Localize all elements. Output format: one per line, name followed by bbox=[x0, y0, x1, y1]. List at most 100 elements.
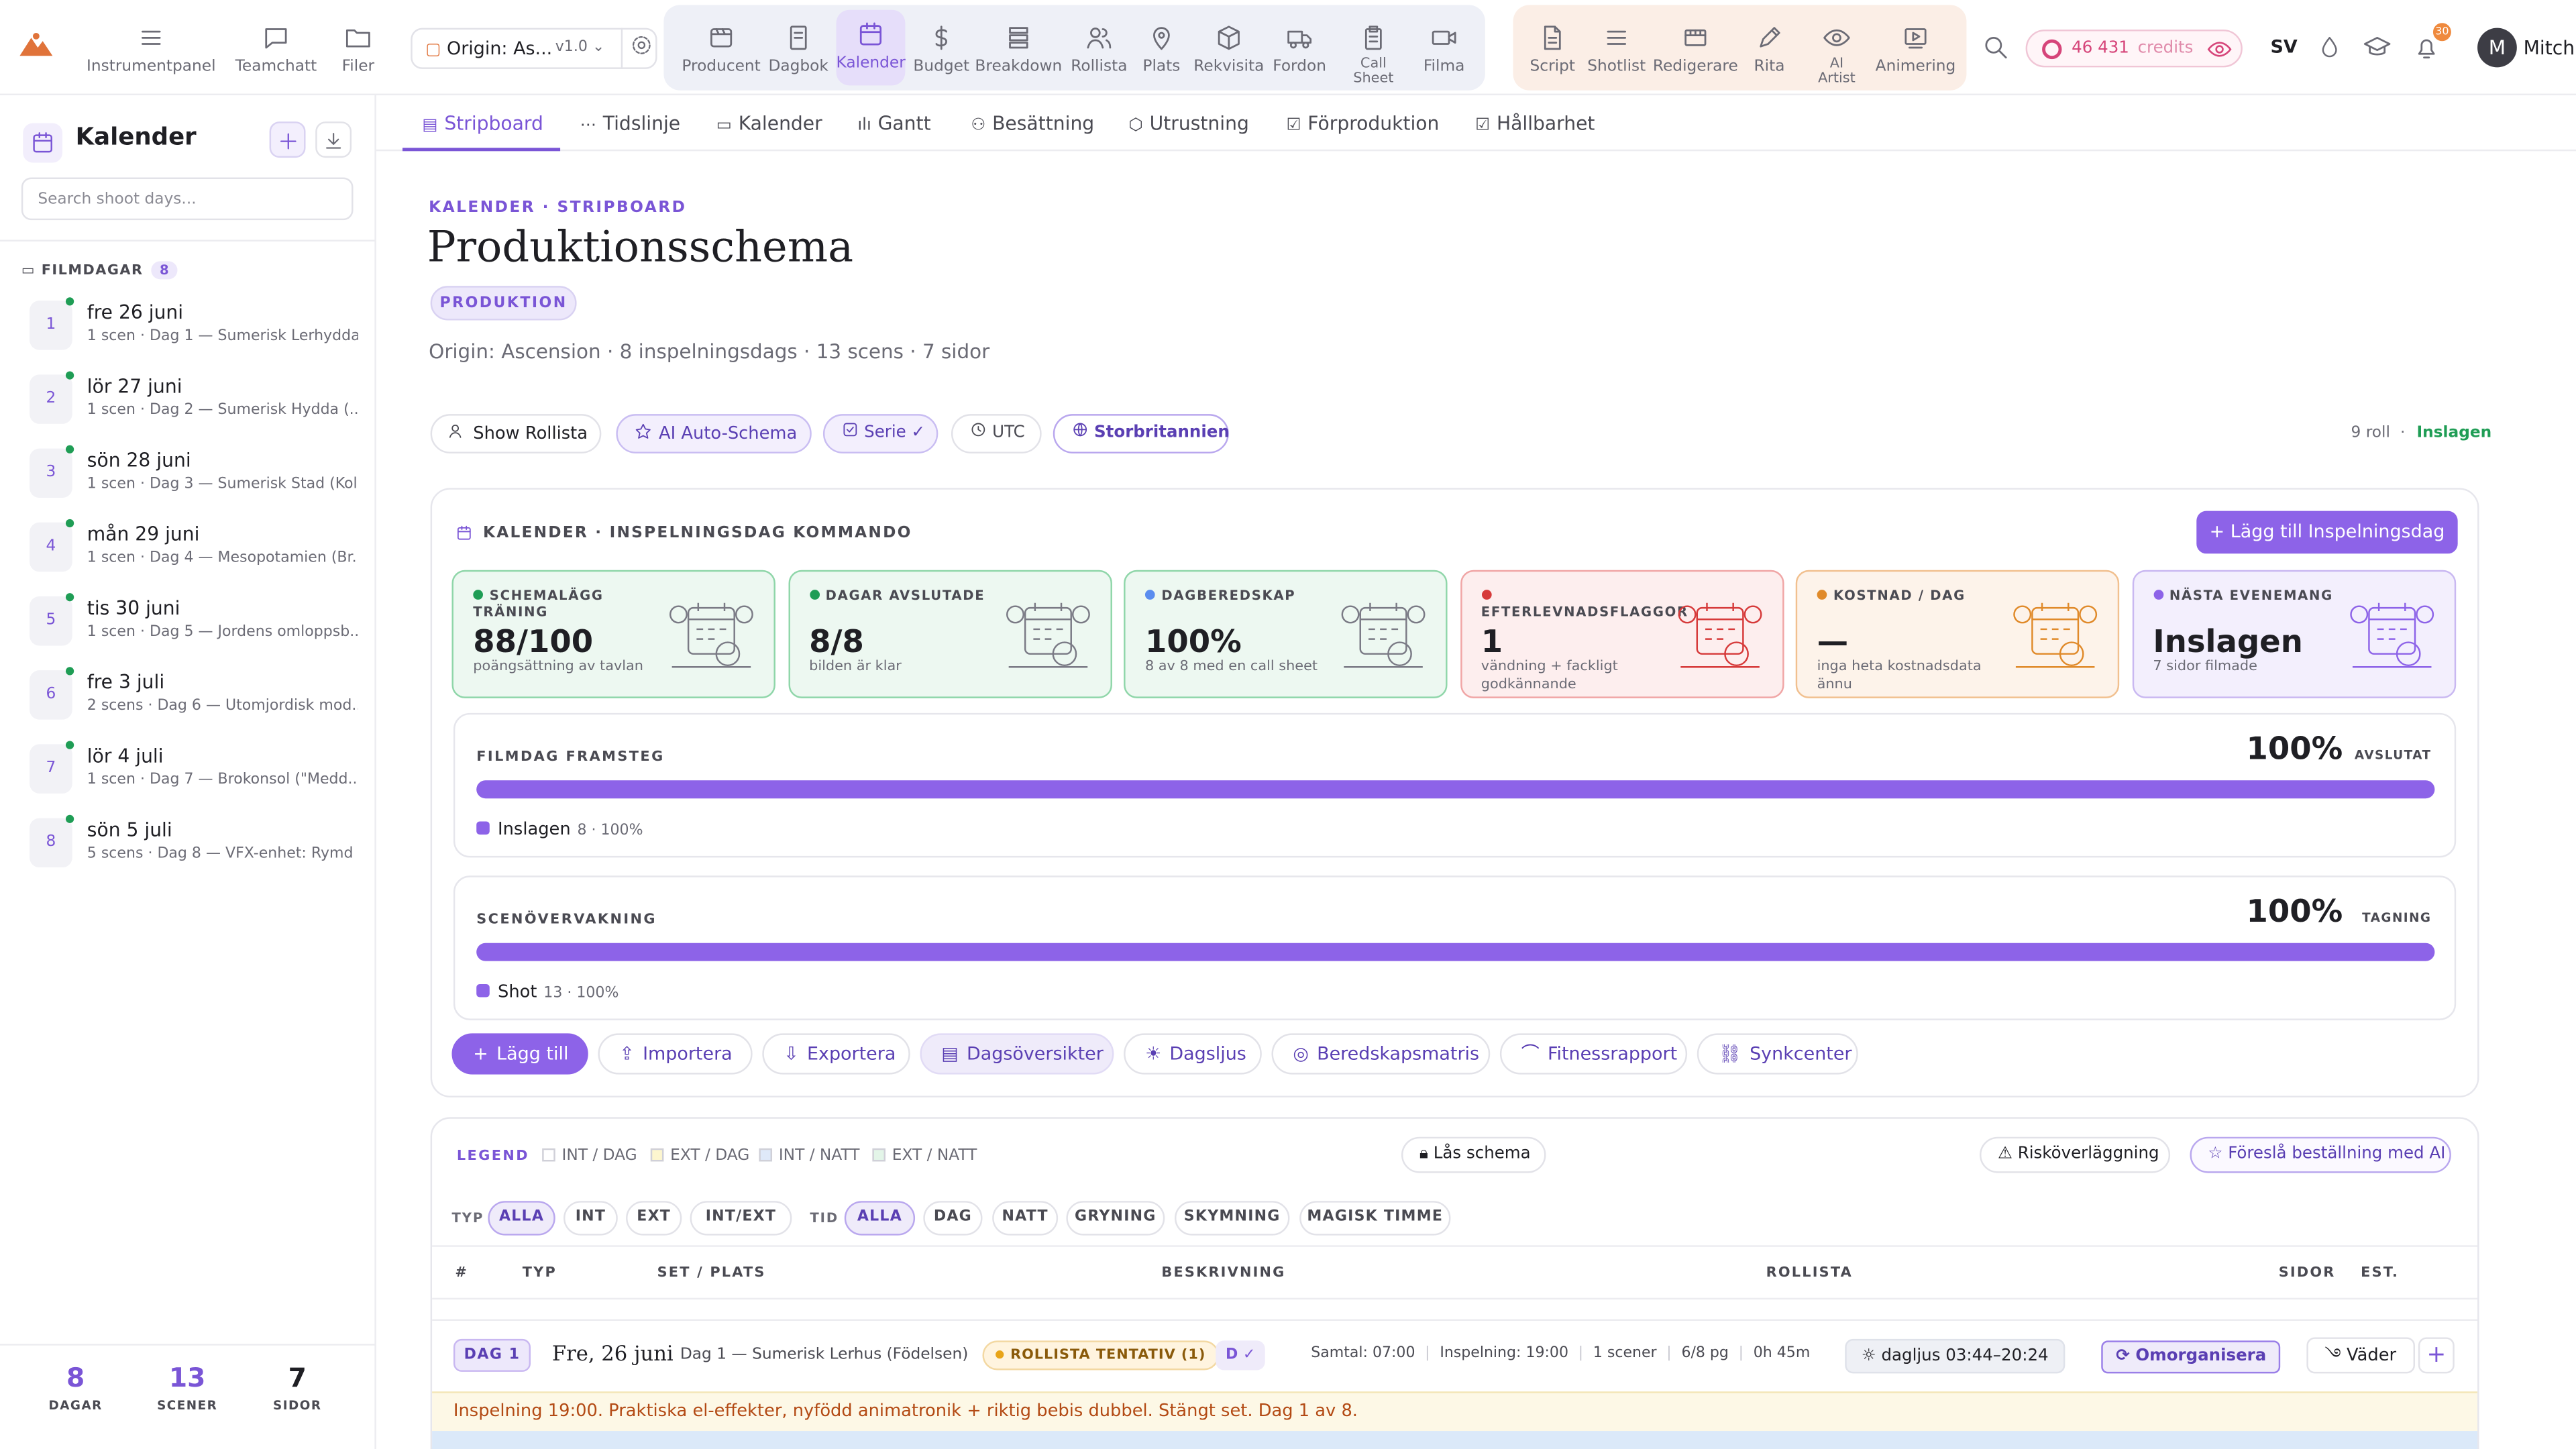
shoot-day-item[interactable]: 2 lör 27 juni 1 scen · Dag 2 — Sumerisk Hy… bbox=[30, 371, 358, 440]
nav-ai-artist[interactable]: AI Artist bbox=[1807, 0, 1866, 95]
action-beredskapsmatris[interactable]: ◎ Beredskapsmatris bbox=[1271, 1033, 1491, 1075]
action-icon: ⛓ bbox=[1718, 1043, 1741, 1065]
column-header: EST. bbox=[2361, 1265, 2400, 1282]
nav-budget[interactable]: Budget bbox=[908, 0, 974, 95]
clock-icon bbox=[971, 423, 985, 437]
shoot-day-item[interactable]: 4 mån 29 juni 1 scen · Dag 4 — Mesopotamie… bbox=[30, 519, 358, 588]
avatar[interactable]: M bbox=[2477, 28, 2517, 68]
tab-stripboard[interactable]: ▤ Stripboard bbox=[422, 112, 543, 135]
drop-icon[interactable] bbox=[2316, 33, 2343, 62]
kpi-subtext: vändning + fackligt godkännande bbox=[1481, 659, 1618, 694]
add-scene-button[interactable]: + bbox=[2418, 1337, 2455, 1374]
series-toggle[interactable]: Serie ✓ bbox=[822, 414, 938, 453]
action-dagsöversikter[interactable]: ▤ Dagsöversikter bbox=[920, 1033, 1114, 1075]
tab-förproduktion[interactable]: ☑ Förproduktion bbox=[1287, 112, 1440, 135]
time-filter-chip[interactable]: SKYMNING bbox=[1175, 1201, 1290, 1236]
shoot-day-item[interactable]: 6 fre 3 juli 2 scens · Dag 6 — Utomjordisk… bbox=[30, 667, 358, 736]
reorganize-button[interactable]: ⟳ Omorganisera bbox=[2101, 1340, 2282, 1374]
nav-instrumentpanel[interactable]: Instrumentpanel bbox=[82, 0, 220, 95]
shoot-day-search-input[interactable]: Search shoot days... bbox=[21, 177, 354, 221]
notification-count: 30 bbox=[2432, 23, 2451, 42]
time-filter-chip[interactable]: ALLA bbox=[844, 1201, 916, 1236]
time-filter-chip[interactable]: NATT bbox=[992, 1201, 1059, 1236]
nav-plats[interactable]: Plats bbox=[1130, 0, 1193, 95]
kpi-card[interactable]: EFTERLEVNADSFLAGGOR 1 vändning + fackligt … bbox=[1459, 570, 1784, 698]
show-cast-button[interactable]: Show Rollista bbox=[430, 414, 602, 453]
shoot-day-item[interactable]: 1 fre 26 juni 1 scen · Dag 1 — Sumerisk Le… bbox=[30, 297, 358, 366]
shoot-day-item[interactable]: 8 sön 5 juli 5 scens · Dag 8 — VFX-enhet: … bbox=[30, 814, 358, 884]
tab-besättning[interactable]: ⚇ Besättning bbox=[971, 112, 1094, 135]
nav-script[interactable]: Script bbox=[1525, 0, 1580, 95]
action-synkcenter[interactable]: ⛓ Synkcenter bbox=[1697, 1033, 1858, 1075]
download-button[interactable] bbox=[315, 121, 352, 158]
type-filter-chip[interactable]: INT/EXT bbox=[690, 1201, 792, 1236]
ai-auto-schedule-button[interactable]: AI Auto-Schema bbox=[616, 414, 812, 453]
lock-schedule-button[interactable]: 🔒︎ Lås schema bbox=[1401, 1136, 1546, 1173]
type-filter-chip[interactable]: INT bbox=[564, 1201, 618, 1236]
weather-button[interactable]: ࿓ Väder bbox=[2306, 1337, 2415, 1374]
action-dagsljus[interactable]: ☀ Dagsljus bbox=[1124, 1033, 1262, 1075]
nav-call-sheet[interactable]: Call Sheet bbox=[1337, 0, 1409, 95]
scene-strip-row[interactable] bbox=[432, 1431, 2478, 1449]
risk-overlay-button[interactable]: ⚠︎ Risköverläggning bbox=[1980, 1136, 2171, 1173]
add-shoot-day-button[interactable] bbox=[269, 121, 306, 158]
nav-dagbok[interactable]: Dagbok bbox=[764, 0, 833, 95]
kpi-card[interactable]: SCHEMALÄGG TRÄNING 88/100 poängsättning av… bbox=[451, 570, 775, 698]
nav-shotlist[interactable]: Shotlist bbox=[1584, 0, 1650, 95]
type-filter-chip[interactable]: EXT bbox=[626, 1201, 682, 1236]
progress-label: SCENÖVERVAKNING bbox=[476, 912, 657, 928]
stat-scenes: 13 SCENER bbox=[157, 1362, 218, 1413]
graduation-cap-icon[interactable] bbox=[2363, 33, 2392, 62]
kpi-card[interactable]: NÄSTA EVENEMANG Inslagen 7 sidor filmade bbox=[2131, 570, 2456, 698]
language-switch[interactable]: SV bbox=[2270, 36, 2297, 58]
kpi-card[interactable]: DAGBEREDSKAP 100% 8 av 8 med en call sheet bbox=[1124, 570, 1448, 698]
nav-rita[interactable]: Rita bbox=[1745, 0, 1794, 95]
action-icon: ▤ bbox=[941, 1043, 959, 1065]
action-importera[interactable]: ⇪ Importera bbox=[598, 1033, 753, 1075]
kpi-card[interactable]: DAGAR AVSLUTADE 8/8 bilden är klar bbox=[788, 570, 1112, 698]
type-filter-chip[interactable]: ALLA bbox=[488, 1201, 555, 1236]
eye-icon[interactable] bbox=[2206, 36, 2233, 62]
progress-bar bbox=[476, 943, 2435, 961]
utc-toggle[interactable]: UTC bbox=[951, 414, 1042, 453]
project-selector[interactable]: ▢ Origin: As... v1.0 ⌄ bbox=[411, 28, 657, 69]
nav-rollista[interactable]: Rollista bbox=[1065, 0, 1134, 95]
nav-breakdown[interactable]: Breakdown bbox=[974, 0, 1063, 95]
action-exportera[interactable]: ⇩ Exportera bbox=[762, 1033, 910, 1075]
time-filter-chip[interactable]: DAG bbox=[923, 1201, 983, 1236]
region-selector[interactable]: Storbritannien bbox=[1053, 414, 1230, 453]
credits-balance[interactable]: 46 431 credits bbox=[2025, 30, 2243, 68]
tab-hållbarhet[interactable]: ☑ Hållbarhet bbox=[1475, 112, 1595, 135]
nav-redigerare[interactable]: Redigerare bbox=[1653, 0, 1738, 95]
time-filter-chip[interactable]: GRYNING bbox=[1066, 1201, 1165, 1236]
app-logo-icon[interactable] bbox=[16, 30, 56, 62]
nav-filma[interactable]: Filma bbox=[1409, 0, 1479, 95]
search-icon[interactable] bbox=[1981, 33, 2010, 62]
add-shoot-day-button[interactable]: + Lägg till Inspelningsdag bbox=[2196, 511, 2458, 554]
pencil-icon bbox=[1760, 27, 1780, 48]
nav-kalender[interactable]: Kalender bbox=[836, 9, 906, 86]
action-icon: ☀ bbox=[1144, 1043, 1162, 1065]
user-name[interactable]: Mitch bbox=[2524, 36, 2575, 59]
shoot-day-item[interactable]: 5 tis 30 juni 1 scen · Dag 5 — Jordens oml… bbox=[30, 593, 358, 662]
action-lägg-till[interactable]: + Lägg till bbox=[451, 1033, 588, 1075]
time-filter-chip[interactable]: MAGISK TIMME bbox=[1299, 1201, 1451, 1236]
status-dot bbox=[65, 814, 74, 823]
action-fitnessrapport[interactable]: ⌒ Fitnessrapport bbox=[1499, 1033, 1688, 1075]
shoot-day-item[interactable]: 3 sön 28 juni 1 scen · Dag 3 — Sumerisk St… bbox=[30, 445, 358, 515]
star-icon bbox=[635, 423, 651, 439]
tab-tidslinje[interactable]: ⋯ Tidslinje bbox=[580, 112, 680, 135]
nav-animering[interactable]: Animering bbox=[1873, 0, 1958, 95]
tab-utrustning[interactable]: ⬡ Utrustning bbox=[1128, 112, 1248, 135]
ai-suggest-order-button[interactable]: ☆ Föreslå beställning med AI bbox=[2190, 1136, 2451, 1173]
shoot-day-item[interactable]: 7 lör 4 juli 1 scen · Dag 7 — Brokonsol ("… bbox=[30, 741, 358, 810]
nav-filer[interactable]: Filer bbox=[332, 0, 384, 95]
kpi-card[interactable]: KOSTNAD / DAG — inga heta kostnadsdata änn… bbox=[1795, 570, 2120, 698]
nav-producent[interactable]: Producent bbox=[682, 0, 761, 95]
nav-fordon[interactable]: Fordon bbox=[1262, 0, 1338, 95]
nav-rekvisita[interactable]: Rekvisita bbox=[1189, 0, 1269, 95]
project-settings-button[interactable] bbox=[621, 28, 659, 69]
tab-kalender[interactable]: ▭ Kalender bbox=[716, 112, 822, 135]
nav-teamchatt[interactable]: Teamchatt bbox=[230, 0, 322, 95]
tab-gantt[interactable]: ılı Gantt bbox=[857, 112, 930, 135]
